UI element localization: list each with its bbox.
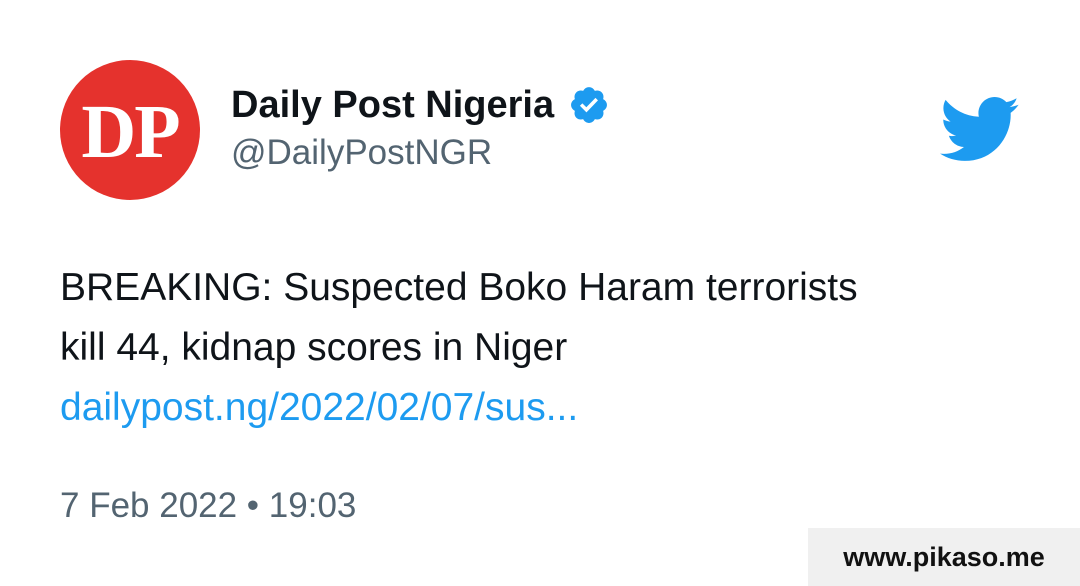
- watermark-text: www.pikaso.me: [843, 541, 1045, 572]
- display-name[interactable]: Daily Post Nigeria: [231, 84, 554, 127]
- tweet-text-line: kill 44, kidnap scores in Niger: [60, 326, 568, 369]
- tweet-timestamp[interactable]: 7 Feb 2022 • 19:03: [60, 486, 356, 526]
- twitter-bird-icon[interactable]: [940, 96, 1020, 164]
- verified-badge-icon: [571, 87, 608, 123]
- author-handle[interactable]: @DailyPostNGR: [231, 133, 492, 173]
- avatar-logo-text: DP: [81, 90, 180, 174]
- watermark-badge: www.pikaso.me: [808, 528, 1080, 586]
- author-name-row: Daily Post Nigeria: [231, 80, 610, 130]
- avatar[interactable]: DP: [60, 60, 200, 200]
- tweet-body: BREAKING: Suspected Boko Haram terrorist…: [60, 258, 1020, 438]
- tweet-link[interactable]: dailypost.ng/2022/02/07/sus...: [60, 378, 1020, 438]
- tweet-text-line: BREAKING: Suspected Boko Haram terrorist…: [60, 266, 858, 309]
